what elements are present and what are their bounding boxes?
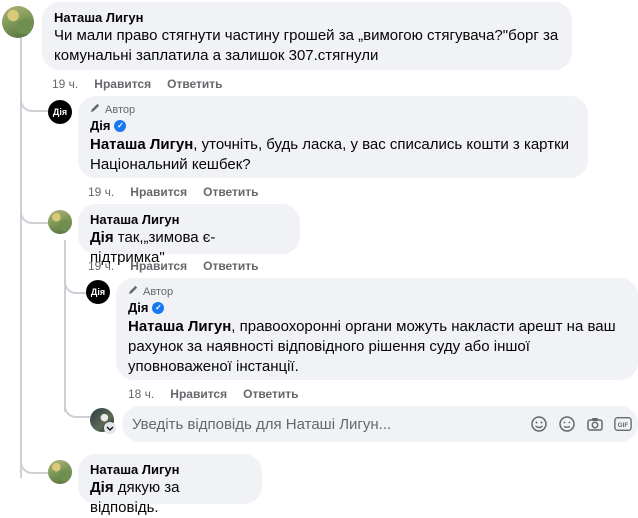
emoji-icon[interactable] <box>530 415 548 433</box>
reply-button[interactable]: Ответить <box>243 386 298 402</box>
comment-author[interactable]: Наташа Лигун <box>54 10 560 26</box>
svg-text:GIF: GIF <box>618 422 629 429</box>
pencil-icon <box>128 284 139 299</box>
like-button[interactable]: Нравится <box>130 184 187 200</box>
reply-button[interactable]: Ответить <box>203 258 258 274</box>
mention-link[interactable]: Дія <box>90 479 114 496</box>
comment-author[interactable]: Дія ✓ <box>128 299 626 317</box>
like-button[interactable]: Нравится <box>170 386 227 402</box>
comment-bubble: Автор Дія ✓ Наташа Лигун, правоохоронні … <box>116 278 638 380</box>
comment-time[interactable]: 18 ч. <box>128 386 154 402</box>
author-badge: Автор <box>90 102 576 117</box>
mention-link[interactable]: Дія <box>90 229 114 246</box>
like-button[interactable]: Нравится <box>130 258 187 274</box>
mention-link[interactable]: Наташа Лигун <box>128 318 231 335</box>
sticker-icon[interactable] <box>558 415 576 433</box>
thread-curve-5 <box>20 450 48 474</box>
comment-actions: 19 ч. Нравится Ответить <box>88 258 259 274</box>
reply-button[interactable]: Ответить <box>203 184 258 200</box>
thread-curve-1 <box>20 78 48 112</box>
thread-curve-3 <box>64 262 86 294</box>
comment-text: Наташа Лигун, уточніть, будь ласка, у ва… <box>90 136 570 173</box>
comment-author[interactable]: Дія ✓ <box>90 117 576 135</box>
thread-curve-2 <box>20 190 48 224</box>
camera-icon[interactable] <box>586 415 604 433</box>
verified-badge-icon: ✓ <box>114 120 127 132</box>
avatar-logo-text: Дія <box>90 287 106 297</box>
avatar[interactable] <box>48 460 72 484</box>
comment-time[interactable]: 19 ч. <box>88 258 114 274</box>
reply-placeholder[interactable]: Уведіть відповідь для Наташі Лигун... <box>132 416 530 433</box>
comment-text: Чи мали право стягнути частину грошей за… <box>54 27 559 64</box>
gif-icon[interactable]: GIF <box>614 415 632 433</box>
comment-text: Дія дякую за відповідь. <box>90 479 180 516</box>
mention-link[interactable]: Наташа Лигун <box>90 136 193 153</box>
avatar[interactable]: Дія <box>86 280 110 304</box>
comment-bubble: Автор Дія ✓ Наташа Лигун, уточніть, будь… <box>78 96 588 178</box>
verified-badge-icon: ✓ <box>152 302 165 314</box>
composer-tools: GIF <box>530 415 638 433</box>
comment-actions: 19 ч. Нравится Ответить <box>52 76 223 92</box>
avatar[interactable] <box>48 210 72 234</box>
avatar-logo-text: Дія <box>52 107 68 117</box>
comment-actions: 19 ч. Нравится Ответить <box>88 184 259 200</box>
comment-time[interactable]: 19 ч. <box>52 76 78 92</box>
thread-curve-4 <box>64 392 90 418</box>
like-button[interactable]: Нравится <box>94 76 151 92</box>
comment-bubble: Наташа Лигун Дія так,„зимова є-підтримка… <box>78 204 300 266</box>
comment-time[interactable]: 19 ч. <box>88 184 114 200</box>
comment-author[interactable]: Наташа Лигун <box>90 462 250 478</box>
pencil-icon <box>90 102 101 117</box>
reply-button[interactable]: Ответить <box>167 76 222 92</box>
comment-actions: 18 ч. Нравится Ответить <box>128 386 299 402</box>
comment-bubble: Наташа Лигун Чи мали право стягнути част… <box>42 2 572 70</box>
avatar[interactable]: Дія <box>48 100 72 124</box>
avatar[interactable] <box>2 6 34 38</box>
comment-bubble: Наташа Лигун Дія дякую за відповідь. <box>78 454 262 516</box>
author-badge: Автор <box>128 284 626 299</box>
chevron-down-icon[interactable] <box>104 422 116 434</box>
reply-input[interactable]: Уведіть відповідь для Наташі Лигун... GI… <box>122 406 638 442</box>
comment-text: Наташа Лигун, правоохоронні органи можут… <box>128 318 616 375</box>
comment-author[interactable]: Наташа Лигун <box>90 212 288 228</box>
